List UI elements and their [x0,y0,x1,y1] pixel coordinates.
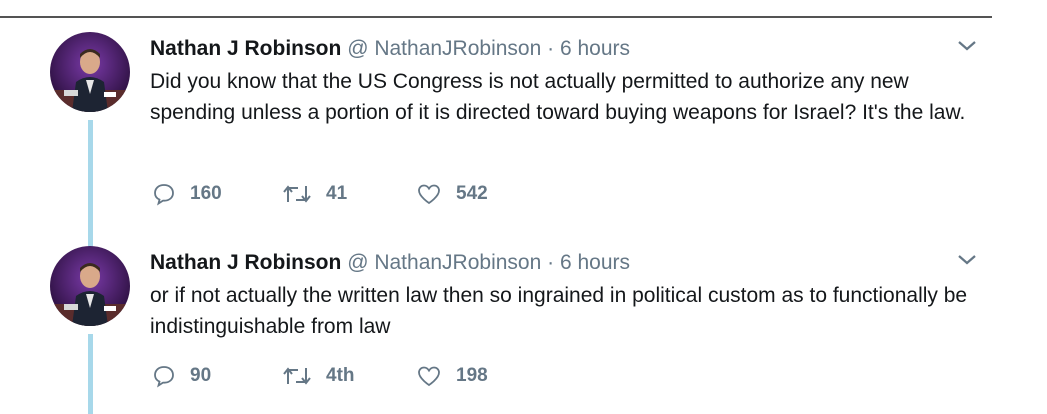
retweet-icon [283,367,311,385]
tweet[interactable]: Nathan J Robinson @ NathanJRobinson · 6 … [0,244,1000,414]
like-button[interactable]: 542 [416,182,488,206]
chevron-down-icon[interactable] [956,252,978,268]
like-count: 542 [456,183,488,204]
tweet-header: Nathan J Robinson @ NathanJRobinson · 6 … [150,250,630,276]
display-name[interactable]: Nathan J Robinson [150,251,341,274]
like-button[interactable]: 198 [416,364,488,388]
top-divider [0,16,992,18]
retweet-count: 41 [326,183,348,204]
username[interactable]: @ NathanJRobinson [347,37,541,60]
retweet-button[interactable]: 41 [282,182,347,206]
heart-icon [418,184,440,205]
avatar[interactable] [50,32,130,112]
separator-dot: · [547,37,555,60]
timestamp[interactable]: 6 hours [560,37,630,60]
timestamp[interactable]: 6 hours [560,251,630,274]
heart-icon [418,366,440,387]
tweet[interactable]: Nathan J Robinson @ NathanJRobinson · 6 … [0,30,1000,272]
separator-dot: · [547,251,555,274]
retweet-icon [283,185,311,203]
reply-count: 90 [190,365,212,386]
reply-icon [154,366,174,388]
username[interactable]: @ NathanJRobinson [347,251,541,274]
display-name[interactable]: Nathan J Robinson [150,37,341,60]
retweet-count: 4th [326,365,355,386]
reply-icon [154,184,174,206]
reply-count: 160 [190,183,222,204]
tweet-text: or if not actually the written law then … [150,284,968,338]
reply-button[interactable]: 90 [152,364,211,388]
chevron-down-icon[interactable] [956,38,978,54]
reply-button[interactable]: 160 [152,182,222,206]
avatar[interactable] [50,246,130,326]
tweet-text: Did you know that the US Congress is not… [150,70,966,124]
tweet-header: Nathan J Robinson @ NathanJRobinson · 6 … [150,36,630,62]
like-count: 198 [456,365,488,386]
thread-line [88,334,93,414]
retweet-button[interactable]: 4th [282,364,355,388]
